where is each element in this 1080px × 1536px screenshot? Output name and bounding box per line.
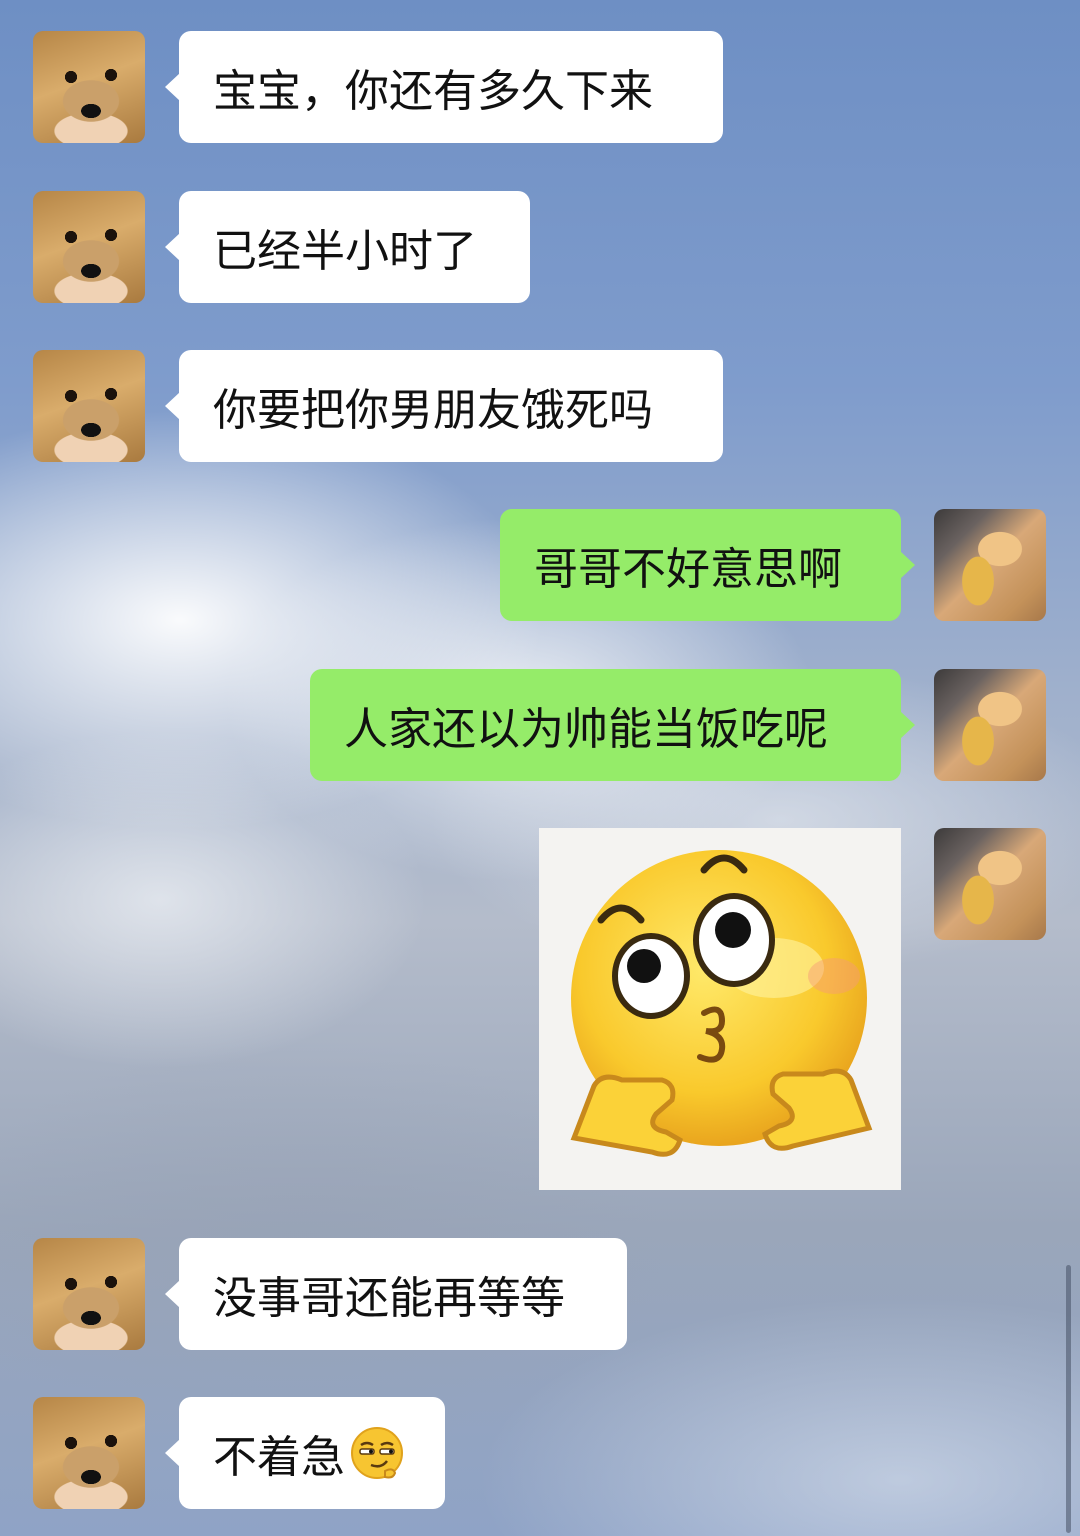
thinking-emoji-sticker[interactable] [539,828,901,1190]
received-message-bubble[interactable]: 不着急 [165,1397,445,1509]
message-text: 已经半小时了 [213,226,477,277]
message-row: 已经半小时了 [0,191,1080,303]
thinking-emoji-icon [570,850,873,1157]
message-row [0,828,1080,1190]
message-row: 没事哥还能再等等 [0,1238,1080,1350]
sent-message-bubble[interactable]: 人家还以为帅能当饭吃呢 [310,669,915,781]
dog-avatar[interactable] [33,1238,145,1350]
sent-message-bubble[interactable]: 哥哥不好意思啊 [500,509,915,621]
message-text: 你要把你男朋友饿死吗 [213,385,653,436]
message-row: 宝宝，你还有多久下来 [0,31,1080,143]
message-text: 没事哥还能再等等 [213,1273,565,1324]
cat-avatar[interactable] [934,669,1046,781]
received-message-bubble[interactable]: 你要把你男朋友饿死吗 [165,350,723,462]
cat-avatar[interactable] [934,509,1046,621]
message-row: 人家还以为帅能当饭吃呢 [0,669,1080,781]
dog-avatar[interactable] [33,1397,145,1509]
received-message-bubble[interactable]: 宝宝，你还有多久下来 [165,31,723,143]
dog-avatar[interactable] [33,350,145,462]
message-text: 不着急 [213,1432,345,1483]
message-row: 不着急 [0,1397,1080,1509]
received-message-bubble[interactable]: 已经半小时了 [165,191,530,303]
received-message-bubble[interactable]: 没事哥还能再等等 [165,1238,627,1350]
dog-avatar[interactable] [33,31,145,143]
message-text: 宝宝，你还有多久下来 [213,66,653,117]
message-text: 人家还以为帅能当饭吃呢 [344,704,828,755]
smirk-emoji-icon [351,1427,403,1479]
message-row: 哥哥不好意思啊 [0,509,1080,621]
dog-avatar[interactable] [33,191,145,303]
message-row: 你要把你男朋友饿死吗 [0,350,1080,462]
message-text: 哥哥不好意思啊 [534,544,842,595]
scrollbar[interactable] [1066,1265,1071,1533]
cat-avatar[interactable] [934,828,1046,940]
